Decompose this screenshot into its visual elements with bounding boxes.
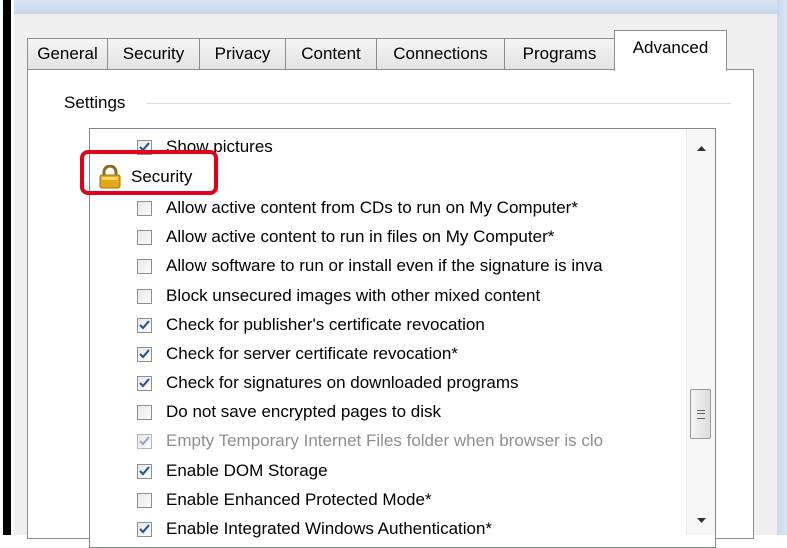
tab-label: General (37, 44, 98, 63)
list-scrollbar[interactable] (686, 129, 715, 535)
tab-privacy[interactable]: Privacy (199, 38, 286, 69)
list-item-label: Empty Temporary Internet Files folder wh… (166, 431, 604, 450)
list-item[interactable]: Enable DOM Storage (137, 458, 328, 484)
list-item-label: Enable DOM Storage (166, 461, 328, 480)
tab-programs[interactable]: Programs (504, 38, 615, 69)
list-item[interactable]: Enable Integrated Windows Authentication… (137, 516, 492, 542)
checkbox[interactable] (137, 258, 152, 274)
window-edge (0, 0, 14, 535)
tab-label: Programs (522, 44, 597, 63)
checkbox[interactable] (137, 317, 152, 333)
grip-icon (696, 409, 705, 419)
list-item[interactable]: Enable Enhanced Protected Mode* (137, 487, 432, 513)
checkmark-icon (139, 436, 150, 446)
checkbox[interactable] (137, 492, 152, 508)
list-item-label: Do not save encrypted pages to disk (166, 402, 441, 421)
list-item[interactable]: Check for publisher's certificate revoca… (137, 312, 485, 338)
list-item[interactable]: Do not save encrypted pages to disk (137, 399, 441, 425)
list-item-label: Enable Integrated Windows Authentication… (166, 519, 493, 538)
list-item[interactable]: Block unsecured images with other mixed … (137, 283, 540, 309)
tab-connections[interactable]: Connections (376, 38, 505, 69)
tab-label: Connections (393, 44, 488, 63)
scroll-down-button[interactable] (687, 507, 715, 533)
list-item-label: Allow software to run or install even if… (166, 256, 603, 275)
list-item-label: Check for signatures on downloaded progr… (166, 373, 519, 392)
list-item[interactable]: Empty Temporary Internet Files folder wh… (137, 428, 687, 454)
security-highlight-box (80, 150, 218, 195)
checkmark-icon (139, 320, 150, 330)
list-item-label: Allow active content to run in files on … (166, 227, 555, 246)
arrow-down-icon (696, 517, 706, 523)
tab-label: Security (122, 44, 185, 63)
list-item-label: Check for publisher's certificate revoca… (166, 315, 485, 334)
list-item-label: Block unsecured images with other mixed … (166, 286, 541, 305)
tab-label: Content (301, 44, 361, 63)
checkbox[interactable] (137, 463, 152, 479)
list-item[interactable]: Check for signatures on downloaded progr… (137, 370, 518, 396)
tab-label: Advanced (632, 38, 709, 57)
checkmark-icon (139, 378, 150, 388)
tab-label: Privacy (214, 44, 271, 63)
checkbox[interactable] (137, 404, 152, 420)
checkbox[interactable] (137, 288, 152, 304)
tab-content[interactable]: Content (285, 38, 377, 69)
tab-general[interactable]: General (27, 38, 108, 69)
window-frame-right (777, 0, 787, 535)
arrow-up-icon (696, 145, 706, 151)
checkbox[interactable] (137, 375, 152, 391)
list-item-label: Check for server certificate revocation* (166, 344, 458, 363)
checkmark-icon (139, 524, 150, 534)
tab-security[interactable]: Security (107, 38, 200, 69)
list-item[interactable]: Allow active content to run in files on … (137, 224, 554, 250)
checkbox[interactable] (137, 229, 152, 245)
checkmark-icon (139, 466, 150, 476)
checkmark-icon (139, 349, 150, 359)
checkbox[interactable] (137, 521, 152, 537)
window-frame-top (14, 0, 787, 14)
checkbox[interactable] (137, 346, 152, 362)
checkbox[interactable] (137, 433, 152, 449)
tab-advanced[interactable]: Advanced (614, 30, 727, 71)
list-item[interactable]: Check for server certificate revocation* (137, 341, 458, 367)
list-item-label: Enable Enhanced Protected Mode* (166, 490, 432, 509)
list-item-label: Allow active content from CDs to run on … (166, 198, 578, 217)
scroll-thumb[interactable] (690, 389, 711, 439)
scroll-up-button[interactable] (687, 135, 715, 161)
list-item[interactable]: Allow software to run or install even if… (137, 253, 697, 279)
checkbox[interactable] (137, 200, 152, 216)
list-item[interactable]: Allow active content from CDs to run on … (137, 195, 578, 221)
settings-group-line (146, 103, 731, 104)
settings-group-label: Settings (64, 93, 132, 113)
